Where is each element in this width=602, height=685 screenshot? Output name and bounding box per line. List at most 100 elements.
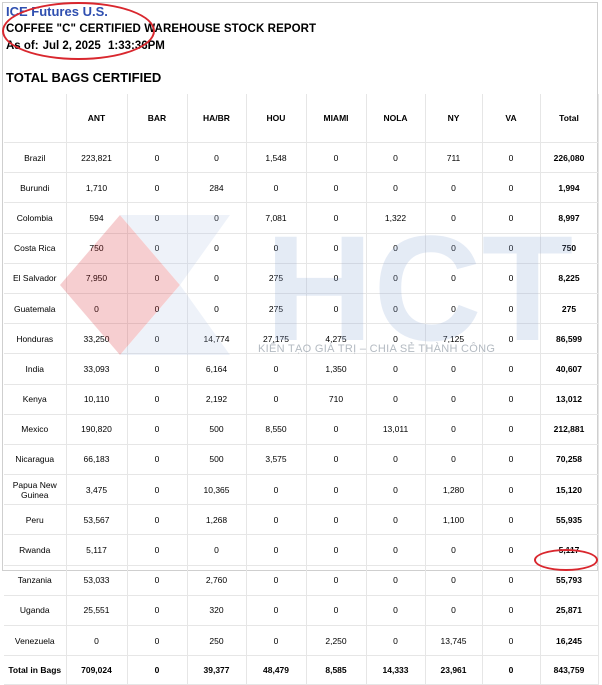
country-cell: Honduras [4,323,67,355]
value-cell: 13,011 [366,414,426,445]
value-cell: 1,350 [306,353,367,385]
country-cell: Peru [4,504,67,536]
table-row: Nicaragua 66,183 0 500 3,575 0 0 0 0 70,258 [4,444,599,476]
value-cell: 4,275 [306,323,367,355]
country-cell: Burundi [4,172,67,204]
totals-row: Total in Bags 709,024 0 39,377 48,479 8,585 14… [4,655,599,685]
value-cell: 0 [482,625,541,657]
column-header: NOLA [366,94,426,143]
value-cell: 7,125 [425,323,483,355]
value-cell: 250 [187,625,247,657]
table-header-row: ANT BAR HA/BR HOU MIAMI NOLA NY VA Total [4,94,599,143]
value-cell: 0 [66,625,128,657]
value-cell: 0 [366,233,426,264]
country-cell: Mexico [4,414,67,445]
value-cell: 1,710 [66,172,128,204]
value-cell: 0 [425,444,483,476]
totals-label: Total in Bags [4,655,67,685]
row-total-cell: 55,793 [540,565,599,596]
value-cell: 0 [246,172,307,204]
value-cell: 3,475 [66,474,128,506]
value-cell: 10,110 [66,384,128,415]
value-cell: 0 [366,172,426,204]
value-cell: 0 [246,565,307,596]
table-row: Tanzania 53,033 0 2,760 0 0 0 0 0 55,793 [4,565,599,596]
row-total-cell: 1,994 [540,172,599,204]
value-cell: 0 [366,263,426,294]
value-cell: 0 [482,565,541,596]
value-cell: 0 [482,353,541,385]
value-cell: 14,774 [187,323,247,355]
row-total-cell: 15,120 [540,474,599,506]
row-total-cell: 13,012 [540,384,599,415]
section-title: TOTAL BAGS CERTIFIED [6,70,162,85]
stock-table: ANT BAR HA/BR HOU MIAMI NOLA NY VA Total Brazil 2… [4,94,599,685]
value-cell: 0 [482,263,541,294]
value-cell: 0 [187,142,247,174]
value-cell: 0 [366,384,426,415]
value-cell: 0 [187,233,247,264]
row-total-cell: 750 [540,233,599,264]
value-cell: 0 [482,384,541,415]
value-cell: 0 [366,142,426,174]
value-cell: 0 [187,293,247,325]
value-cell: 0 [425,595,483,627]
value-cell: 0 [246,595,307,627]
value-cell: 0 [306,565,367,596]
value-cell: 0 [425,172,483,204]
country-cell: El Salvador [4,263,67,294]
value-cell: 0 [127,595,188,627]
column-total-cell: 0 [482,655,541,685]
as-of-label: As of: [6,40,39,52]
value-cell: 0 [127,202,188,234]
column-total-cell: 709,024 [66,655,128,685]
column-header: MIAMI [306,94,367,143]
value-cell: 223,821 [66,142,128,174]
value-cell: 27,175 [246,323,307,355]
value-cell: 0 [246,384,307,415]
row-total-cell: 55,935 [540,504,599,536]
value-cell: 0 [187,534,247,566]
table-row: Guatemala 0 0 0 275 0 0 0 0 275 [4,293,599,325]
value-cell: 0 [127,323,188,355]
value-cell: 0 [127,474,188,506]
country-cell: Nicaragua [4,444,67,476]
value-cell: 53,033 [66,565,128,596]
country-cell: Colombia [4,202,67,234]
value-cell: 0 [127,172,188,204]
value-cell: 0 [127,263,188,294]
value-cell: 1,280 [425,474,483,506]
value-cell: 2,192 [187,384,247,415]
value-cell: 0 [366,353,426,385]
value-cell: 0 [127,504,188,536]
value-cell: 0 [127,142,188,174]
country-cell: Brazil [4,142,67,174]
row-total-cell: 5,117 [540,534,599,566]
value-cell: 0 [306,595,367,627]
value-cell: 0 [127,233,188,264]
table-row: Venezuela 0 0 250 0 2,250 0 13,745 0 16,245 [4,625,599,657]
table-row: Costa Rica 750 0 0 0 0 0 0 0 750 [4,233,599,264]
value-cell: 7,081 [246,202,307,234]
table-row: Rwanda 5,117 0 0 0 0 0 0 0 5,117 [4,534,599,566]
table-row: Colombia 594 0 0 7,081 0 1,322 0 0 8,997 [4,202,599,234]
value-cell: 0 [306,474,367,506]
value-cell: 0 [482,172,541,204]
value-cell: 0 [366,625,426,657]
value-cell: 0 [366,504,426,536]
country-cell: Tanzania [4,565,67,596]
value-cell: 0 [306,504,367,536]
value-cell: 1,322 [366,202,426,234]
value-cell: 0 [366,323,426,355]
value-cell: 711 [425,142,483,174]
column-total-cell: 8,585 [306,655,367,685]
value-cell: 0 [306,414,367,445]
value-cell: 0 [425,202,483,234]
value-cell: 0 [187,202,247,234]
row-total-cell: 25,871 [540,595,599,627]
country-cell: Costa Rica [4,233,67,264]
value-cell: 275 [246,263,307,294]
country-cell: Kenya [4,384,67,415]
table-row: India 33,093 0 6,164 0 1,350 0 0 0 40,607 [4,353,599,385]
row-total-cell: 8,997 [540,202,599,234]
